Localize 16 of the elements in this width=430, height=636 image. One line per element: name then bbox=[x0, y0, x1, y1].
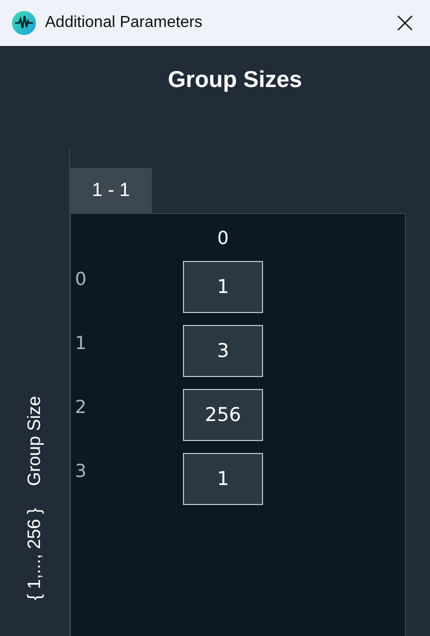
tab[interactable]: 1 - 1 bbox=[70, 168, 152, 213]
value-field[interactable]: 256 bbox=[183, 389, 263, 441]
column-header: 0 bbox=[216, 228, 230, 249]
axis-label: Group Size bbox=[24, 396, 45, 486]
row-header: 0 bbox=[74, 269, 88, 290]
window-title: Additional Parameters bbox=[45, 14, 204, 32]
close-icon[interactable] bbox=[397, 15, 413, 31]
row-header: 3 bbox=[74, 461, 88, 482]
value-field[interactable]: 1 bbox=[183, 261, 263, 313]
waveform-icon bbox=[12, 11, 36, 35]
row-header: 2 bbox=[74, 397, 88, 418]
row-header: 1 bbox=[74, 333, 88, 354]
value-field[interactable]: 3 bbox=[183, 325, 263, 377]
axis-range-label: { 1,..., 256 } bbox=[24, 508, 45, 600]
dialog-heading: Group Sizes bbox=[166, 65, 304, 94]
value-field[interactable]: 1 bbox=[183, 453, 263, 505]
